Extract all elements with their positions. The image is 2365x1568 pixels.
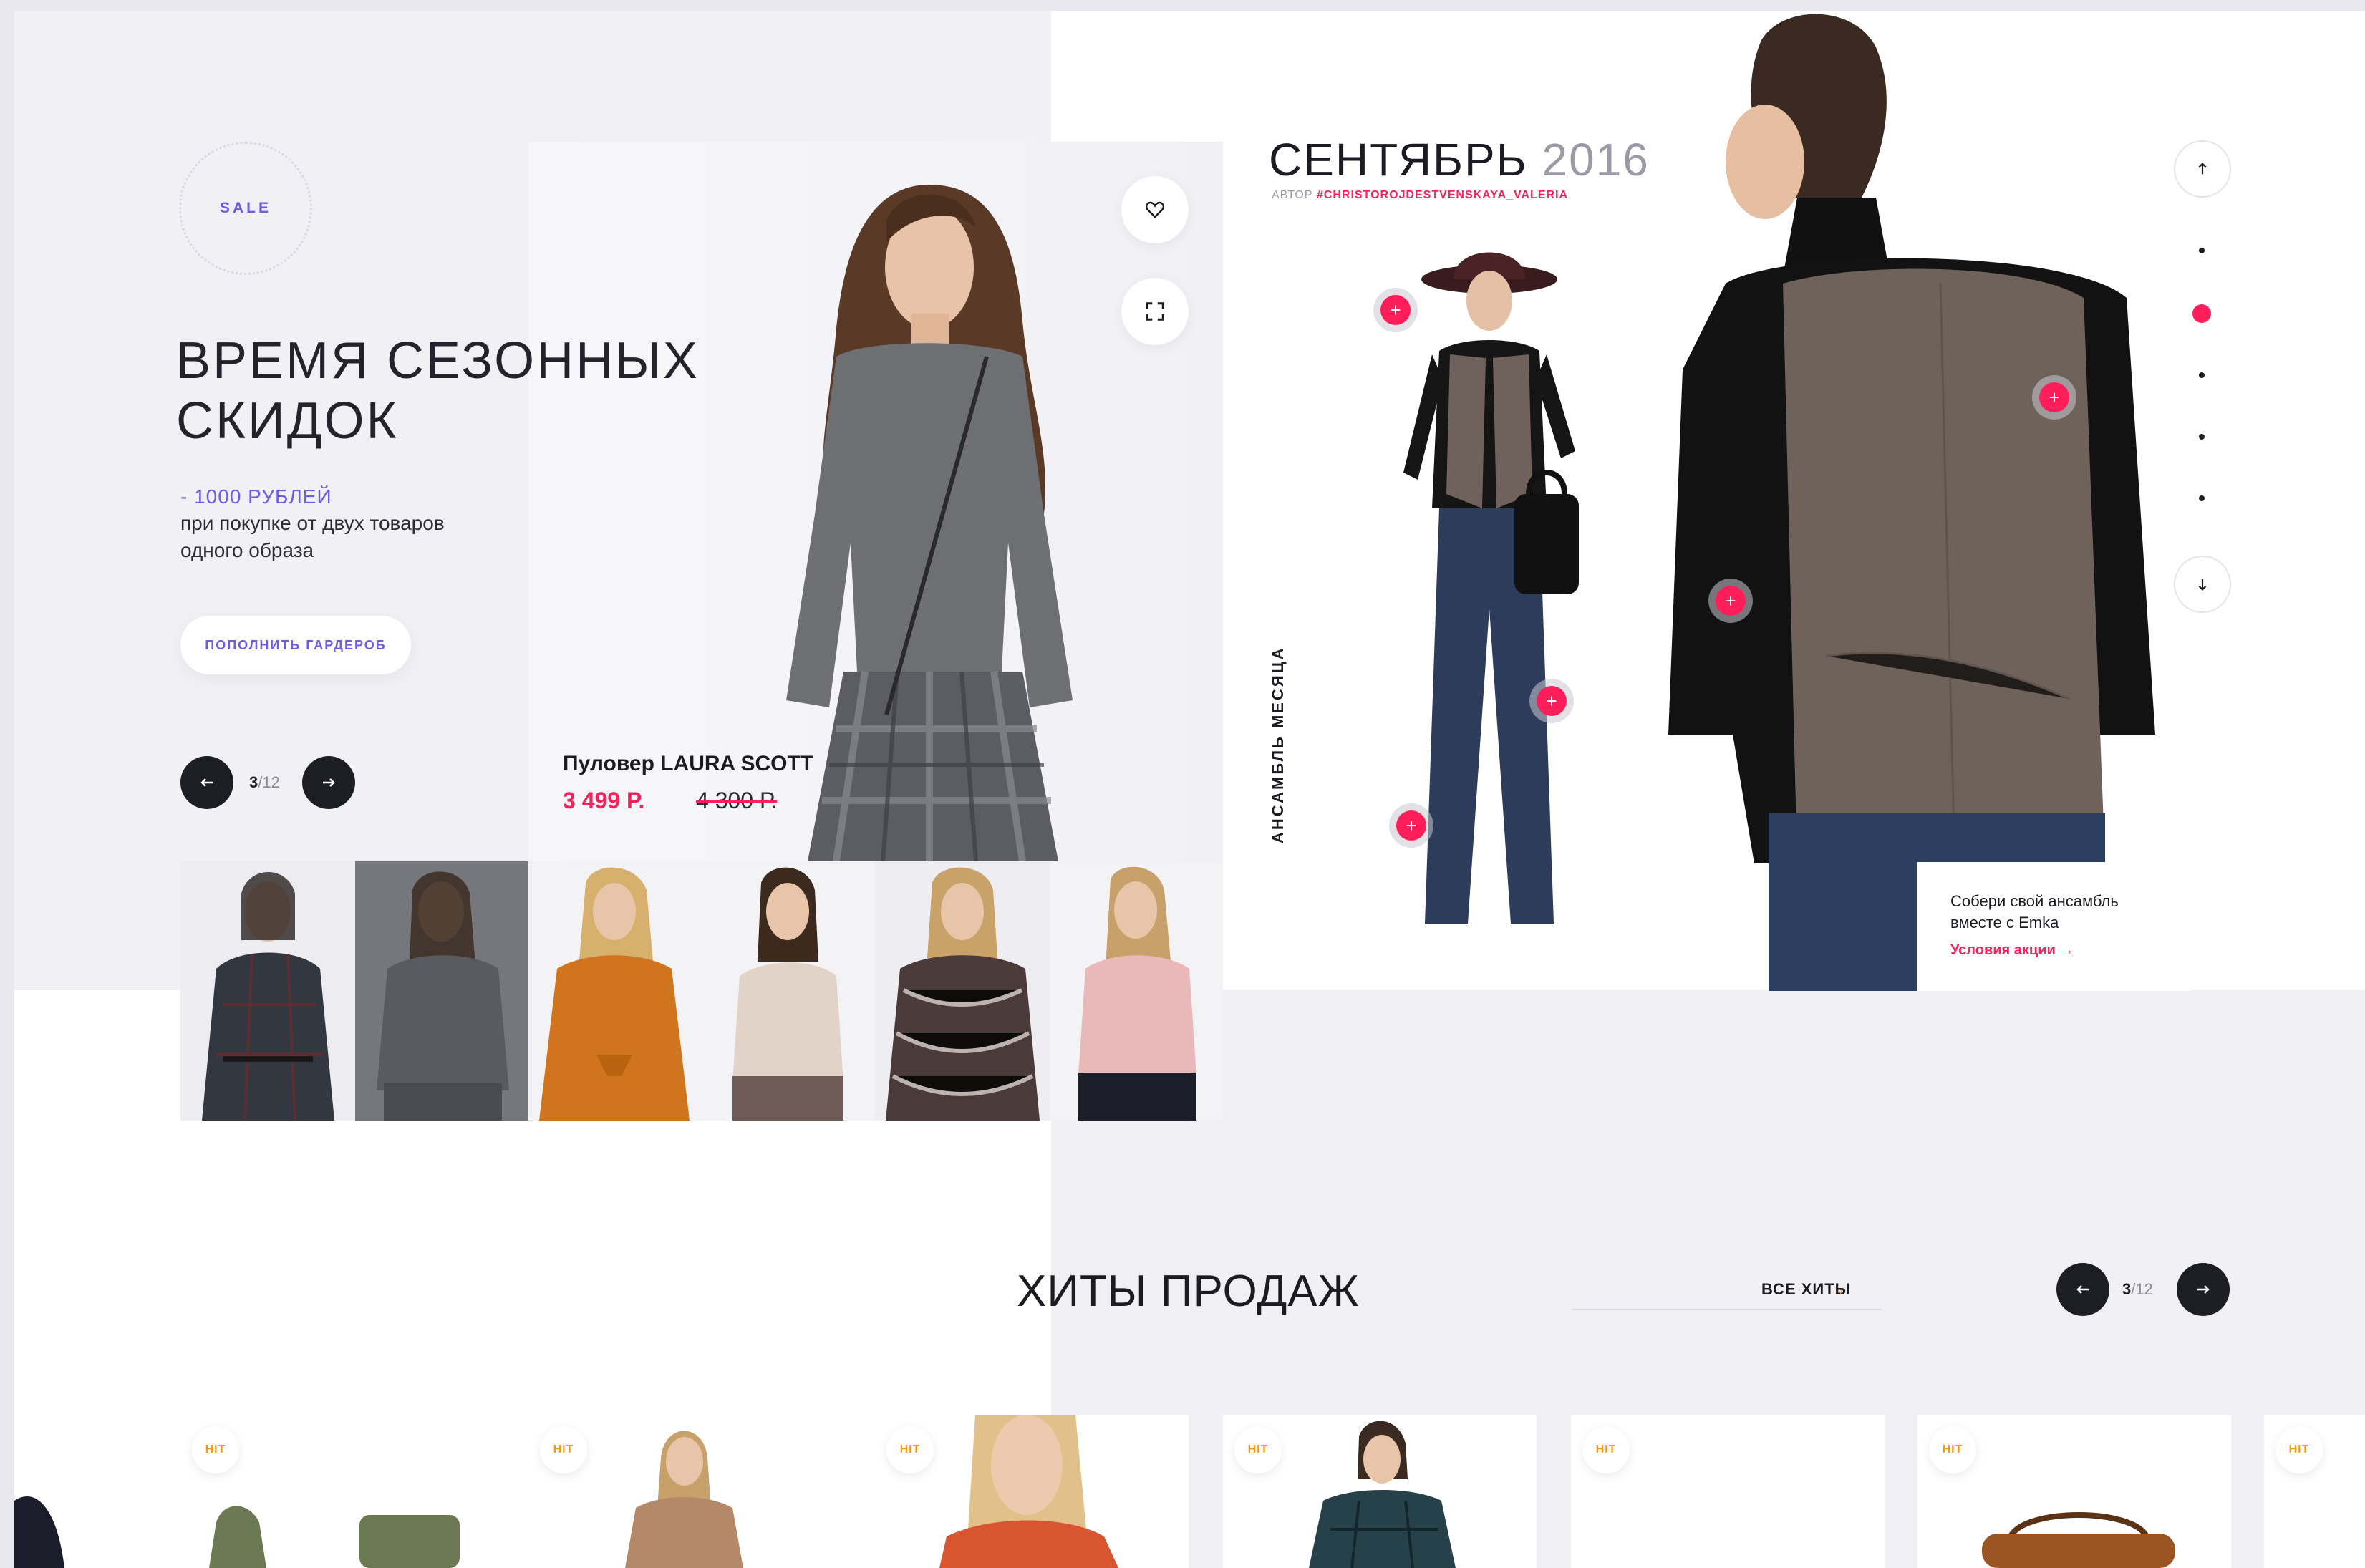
slider-dot-4[interactable] <box>2199 434 2205 440</box>
hero-pager: 3/12 <box>249 773 280 792</box>
frame-left <box>0 0 14 1568</box>
hit-badge: HIT <box>1929 1426 1976 1473</box>
hotspot-sleeve[interactable]: + <box>1716 586 1746 616</box>
thumbnail-3[interactable] <box>528 861 700 1121</box>
product-old-price: 4 300 Р. <box>696 788 778 813</box>
hits-prev-button[interactable] <box>2056 1263 2109 1316</box>
ensemble-back-illustration <box>1668 14 2155 991</box>
thumbnail-6[interactable] <box>1050 861 1223 1121</box>
thumbnail-5-illustration <box>886 867 1040 1121</box>
hit-card-0[interactable] <box>14 1415 147 1568</box>
hero-pager-total: /12 <box>258 773 280 791</box>
author-label: АВТОР <box>1272 189 1313 201</box>
ensemble-promo-card: Собери свой ансамбль вместе с Emka Услови… <box>1917 862 2190 991</box>
product-price: 3 499 Р. <box>563 788 645 813</box>
slider-dot-3[interactable] <box>2199 372 2205 378</box>
ensemble-title: СЕНТЯБРЬ 2016 <box>1269 133 1650 186</box>
hero-title-line2: СКИДОК <box>176 392 399 450</box>
discount-desc-line2: одного образа <box>180 539 314 561</box>
hit-card-3[interactable]: HIT <box>875 1415 1189 1568</box>
thumbnail-3-illustration <box>539 867 690 1121</box>
hero-title: ВРЕМЯ СЕЗОННЫХ СКИДОК <box>176 331 720 451</box>
hits-pager-current: 3 <box>2122 1280 2132 1298</box>
hit-card-4[interactable]: HIT <box>1223 1415 1537 1568</box>
arrow-down-icon <box>2198 579 2207 591</box>
thumbnail-4-illustration <box>732 867 843 1121</box>
hit-badge: HIT <box>2275 1426 2323 1473</box>
promo-link[interactable]: Условия акции → <box>1950 942 2074 959</box>
promo-link-label: Условия акции <box>1950 942 2056 958</box>
thumbnail-2[interactable] <box>355 861 528 1121</box>
sale-badge-label: SALE <box>219 200 271 216</box>
frame-top <box>0 0 2365 11</box>
add-to-wardrobe-button[interactable]: ПОПОЛНИТЬ ГАРДЕРОБ <box>180 616 411 674</box>
ensemble-title-year: 2016 <box>1542 134 1650 185</box>
expand-icon <box>1146 302 1164 321</box>
hit-card-0-image <box>14 1496 64 1568</box>
thumbnail-1-illustration <box>202 872 334 1121</box>
hit-badge: HIT <box>540 1426 587 1473</box>
discount-description: при покупке от двух товаров одного образа <box>180 510 510 564</box>
arrow-right-icon: → <box>2059 942 2074 958</box>
ensemble-author: АВТОР #CHRISTOROJDESTVENSKAYA_VALERIA <box>1272 189 1568 202</box>
hits-pager-total: /12 <box>2131 1280 2153 1298</box>
bestsellers-title: ХИТЫ ПРОДАЖ <box>1017 1267 1360 1316</box>
arrow-right-icon: → <box>1830 1280 1847 1298</box>
heart-icon <box>1145 201 1165 218</box>
slider-dot-2[interactable] <box>2192 304 2211 323</box>
discount-amount: - 1000 РУБЛЕЙ <box>180 485 332 508</box>
hero-prev-button[interactable] <box>180 756 233 809</box>
discount-desc-line1: при покупке от двух товаров <box>180 512 445 534</box>
hotspot-vest[interactable]: + <box>2039 382 2069 412</box>
promo-text: Собери свой ансамбль вместе с Emka <box>1950 891 2165 934</box>
slider-up-button[interactable] <box>2174 140 2231 198</box>
slider-down-button[interactable] <box>2174 556 2231 613</box>
arrow-right-icon <box>2197 1285 2210 1294</box>
arrow-up-icon <box>2198 163 2207 175</box>
thumbnail-2-illustration <box>377 871 509 1121</box>
slider-dot-5[interactable] <box>2199 495 2205 501</box>
hit-card-7[interactable]: HIT <box>2264 1415 2365 1568</box>
thumbnail-6-illustration <box>1078 866 1196 1121</box>
hotspot-backpack[interactable]: + <box>1537 686 1567 716</box>
hit-badge: HIT <box>192 1426 239 1473</box>
arrow-right-icon <box>323 778 335 787</box>
hits-pager: 3/12 <box>2122 1280 2153 1299</box>
favorite-button[interactable] <box>1121 176 1189 243</box>
arrow-left-icon <box>200 778 213 787</box>
hit-card-6[interactable]: HIT <box>1917 1415 2231 1568</box>
hero-next-button[interactable] <box>302 756 355 809</box>
product-name[interactable]: Пуловер LAURA SCOTT <box>563 752 813 776</box>
author-tag-link[interactable]: #CHRISTOROJDESTVENSKAYA_VALERIA <box>1317 189 1568 201</box>
thumbnail-1[interactable] <box>180 861 355 1121</box>
hotspot-jeans[interactable]: + <box>1396 810 1426 841</box>
slider-dot-1[interactable] <box>2199 248 2205 253</box>
hit-badge: HIT <box>886 1426 934 1473</box>
sale-badge: SALE <box>179 142 312 275</box>
hit-badge: HIT <box>1582 1426 1630 1473</box>
hits-next-button[interactable] <box>2177 1263 2230 1316</box>
fullscreen-button[interactable] <box>1121 278 1189 345</box>
hit-card-5[interactable]: HIT <box>1571 1415 1885 1568</box>
arrow-left-icon <box>2076 1285 2089 1294</box>
hit-badge: HIT <box>1234 1426 1282 1473</box>
all-hits-link[interactable]: ВСЕ ХИТЫ → <box>1572 1276 1882 1310</box>
thumbnail-5[interactable] <box>875 861 1050 1121</box>
promo-line1: Собери свой ансамбль <box>1950 892 2119 910</box>
ensemble-title-month: СЕНТЯБРЬ <box>1269 134 1528 185</box>
ensemble-model-illustration <box>1403 252 1579 924</box>
hit-card-1[interactable]: HIT <box>180 1415 494 1568</box>
hit-card-2[interactable]: HIT <box>528 1415 842 1568</box>
hero-pager-current: 3 <box>249 773 258 791</box>
hotspot-hat[interactable]: + <box>1380 295 1411 325</box>
promo-line2: вместе с Emka <box>1950 914 2059 931</box>
ensemble-vertical-label: АНСАМБЛЬ МЕСЯЦА <box>1269 646 1287 843</box>
thumbnail-4[interactable] <box>700 861 875 1121</box>
hero-title-line1: ВРЕМЯ СЕЗОННЫХ <box>176 332 700 389</box>
